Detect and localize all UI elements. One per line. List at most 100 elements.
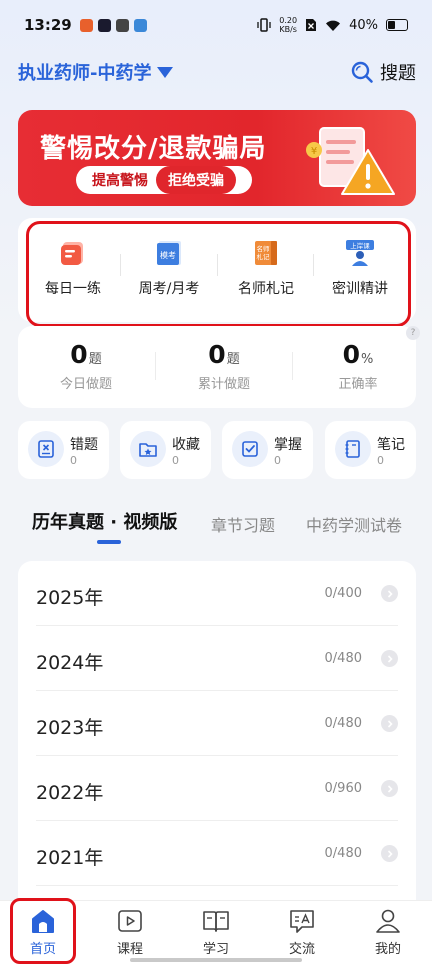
divider	[292, 352, 293, 380]
active-tab-indicator	[97, 540, 121, 544]
subject-label: 执业药师-中药学	[18, 63, 152, 84]
stat-value: 0	[208, 340, 226, 369]
stat-unit: 题	[88, 352, 102, 367]
tool-label: 笔记	[377, 437, 405, 453]
tool-wrong-questions[interactable]: 错题 0	[18, 421, 109, 479]
status-time: 13:29	[24, 16, 72, 34]
tool-count: 0	[70, 454, 77, 467]
vibrate-icon	[257, 18, 271, 32]
nav-community[interactable]: 交流	[272, 906, 332, 957]
list-item[interactable]: 2022年 0/960	[18, 756, 416, 821]
wrong-question-icon	[28, 431, 64, 467]
list-item[interactable]: 2023年 0/480	[18, 691, 416, 756]
search-icon	[351, 61, 373, 83]
battery-percent: 40%	[349, 17, 378, 33]
stat-today: 0题 今日做题	[26, 340, 146, 392]
search-button[interactable]: 搜题	[350, 59, 416, 85]
home-indicator	[130, 958, 302, 962]
status-bar: 13:29 0.20 KB/s 40%	[0, 0, 432, 50]
notebook-icon	[335, 431, 371, 467]
tool-label: 错题	[70, 437, 98, 453]
stat-label: 累计做题	[197, 377, 250, 392]
nav-label: 学习	[202, 942, 229, 957]
divider	[36, 885, 398, 886]
stat-value: 0	[342, 340, 361, 369]
quick-entry-daily-practice[interactable]: 每日一练	[25, 238, 121, 298]
chevron-right-icon	[381, 650, 398, 667]
svg-text:札记: 札记	[257, 252, 271, 261]
tool-favorites[interactable]: 收藏 0	[120, 421, 211, 479]
chevron-right-icon	[381, 715, 398, 732]
tool-mastered[interactable]: 掌握 0	[222, 421, 313, 479]
home-icon	[32, 910, 54, 933]
battery-icon	[386, 19, 408, 31]
stat-unit: %	[361, 352, 374, 367]
video-course-icon	[118, 910, 142, 932]
dropdown-triangle-icon	[157, 66, 174, 78]
quick-entry-weekly-monthly-exam[interactable]: 模考 周考/月考	[121, 238, 217, 298]
nav-profile[interactable]: 我的	[358, 906, 418, 957]
banner-slogan: 提高警惕 拒绝受骗	[76, 166, 252, 194]
chevron-right-icon	[381, 780, 398, 797]
stat-value: 0	[70, 340, 88, 369]
tool-notes[interactable]: 笔记 0	[325, 421, 416, 479]
list-item[interactable]: 2024年 0/480	[18, 626, 416, 691]
list-item[interactable]: 2025年 0/400	[18, 561, 416, 626]
mock-exam-icon: 模考	[157, 241, 181, 265]
stat-unit: 题	[226, 352, 240, 367]
past-exam-list: 2025年 0/400 2024年 0/480 2023年 0/480 2022…	[18, 561, 416, 901]
tab-test-papers[interactable]: 中药学测试卷	[306, 512, 402, 536]
svg-text:上岸课: 上岸课	[350, 241, 370, 250]
promo-banner[interactable]: 警惕改分/退款骗局 提高警惕 拒绝受骗 ¥	[18, 110, 416, 206]
svg-text:模考: 模考	[160, 250, 176, 260]
search-label: 搜题	[380, 63, 416, 84]
banner-title: 警惕改分/退款骗局	[40, 134, 267, 164]
wifi-icon	[326, 20, 341, 31]
year-progress: 0/400	[324, 586, 362, 601]
quick-entry-label: 名师札记	[238, 281, 294, 297]
mastered-check-icon	[232, 431, 268, 467]
year-label: 2023年	[36, 717, 104, 739]
network-speed: 0.20 KB/s	[279, 16, 298, 34]
quick-entry-label: 密训精讲	[332, 281, 388, 297]
stat-total: 0题 累计做题	[164, 340, 284, 392]
nav-label: 课程	[116, 942, 143, 957]
nav-courses[interactable]: 课程	[100, 906, 160, 957]
banner-slogan-right: 拒绝受骗	[156, 166, 236, 194]
year-label: 2025年	[36, 587, 104, 609]
subject-selector[interactable]: 执业药师-中药学	[18, 59, 174, 85]
warning-document-icon: ¥	[306, 127, 395, 195]
favorite-folder-icon	[130, 431, 166, 467]
notification-app-icon	[133, 18, 147, 32]
quick-entry-intensive-lectures[interactable]: 上岸课 密训精讲	[312, 238, 408, 298]
nav-label: 首页	[29, 942, 56, 957]
quick-entry-label: 每日一练	[45, 281, 101, 297]
tool-label: 收藏	[172, 437, 200, 453]
chevron-right-icon	[381, 845, 398, 862]
tool-count: 0	[274, 454, 281, 467]
open-book-icon	[203, 911, 229, 932]
banner-slogan-left: 提高警惕	[92, 173, 148, 189]
tool-count: 0	[377, 454, 384, 467]
divider	[155, 352, 156, 380]
help-icon[interactable]: ?	[406, 326, 420, 340]
notification-app-icon	[115, 18, 129, 32]
user-profile-icon	[376, 909, 400, 933]
nav-study[interactable]: 学习	[186, 906, 246, 957]
quick-entry-label: 周考/月考	[138, 281, 200, 297]
year-label: 2022年	[36, 782, 104, 804]
year-progress: 0/960	[324, 781, 362, 796]
intensive-course-icon: 上岸课	[346, 240, 374, 266]
tool-count: 0	[172, 454, 179, 467]
year-progress: 0/480	[324, 651, 362, 666]
quick-entry-teacher-notes[interactable]: 名师 札记 名师札记	[218, 238, 314, 298]
nav-label: 交流	[288, 942, 315, 957]
tab-past-exams-video[interactable]: 历年真题 · 视频版	[32, 508, 177, 534]
nav-label: 我的	[374, 942, 401, 957]
teacher-notes-icon: 名师 札记	[255, 241, 277, 265]
daily-practice-icon	[61, 242, 83, 265]
list-item[interactable]: 2021年 0/480	[18, 821, 416, 886]
svg-text:¥: ¥	[311, 146, 317, 157]
nav-home[interactable]: 首页	[13, 906, 73, 957]
tab-chapter-exercises[interactable]: 章节习题	[211, 512, 275, 536]
